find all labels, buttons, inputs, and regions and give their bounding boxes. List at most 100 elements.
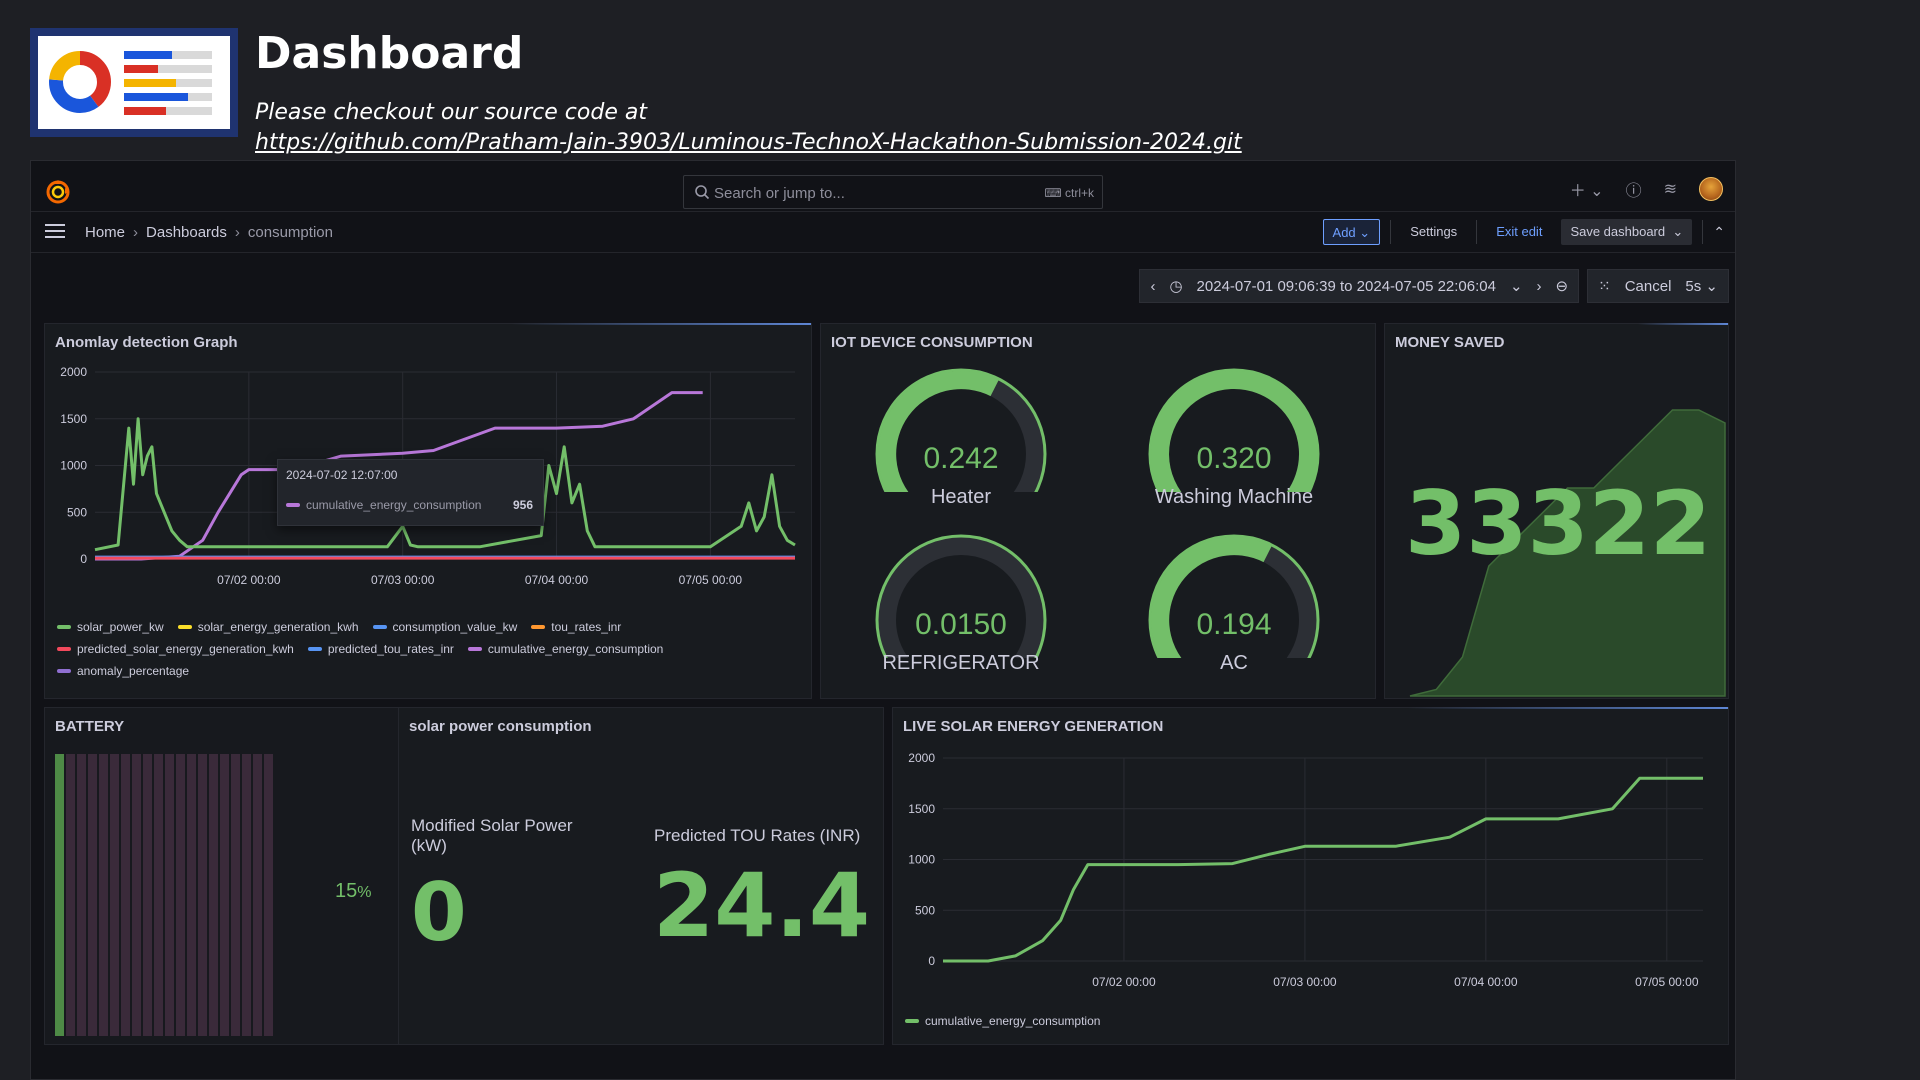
slide-header: Dashboard Please checkout our source cod…	[30, 28, 1890, 155]
legend-swatch	[372, 625, 387, 629]
legend-item[interactable]: cumulative_energy_consumption	[467, 642, 663, 656]
help-icon[interactable]: ⓘ	[1626, 177, 1642, 201]
y-tick-label: 0	[80, 552, 87, 566]
time-forward-icon[interactable]: ›	[1537, 278, 1542, 295]
tooltip-time: 2024-07-02 12:07:00	[286, 468, 398, 482]
rss-icon[interactable]: ≋	[1664, 179, 1677, 199]
battery-cell	[154, 754, 163, 1036]
grafana-logo-icon[interactable]	[45, 179, 71, 205]
settings-button[interactable]: Settings	[1401, 219, 1466, 245]
save-dashboard-label: Save dashboard	[1570, 224, 1666, 239]
legend-label: predicted_tou_rates_inr	[327, 642, 454, 656]
live-solar-legend: cumulative_energy_consumption	[905, 1014, 1645, 1028]
save-dashboard-button[interactable]: Save dashboard ⌄	[1561, 219, 1693, 245]
breadcrumb: Home › Dashboards › consumption	[85, 224, 333, 241]
battery-cell	[253, 754, 262, 1036]
x-tick-label: 07/05 00:00	[1635, 975, 1699, 989]
anomaly-legend: solar_power_kw solar_energy_generation_kw…	[57, 620, 797, 678]
time-range-text[interactable]: 2024-07-01 09:06:39 to 2024-07-05 22:06:…	[1197, 278, 1496, 295]
chart-tooltip: 2024-07-02 12:07:00 cumulative_energy_co…	[277, 459, 544, 526]
nav-actions: Add ⌄ Settings Exit edit Save dashboard …	[1322, 219, 1725, 245]
avatar[interactable]	[1699, 177, 1723, 201]
battery-cell	[66, 754, 75, 1036]
menu-icon[interactable]	[45, 224, 65, 242]
time-back-icon[interactable]: ‹	[1150, 278, 1155, 295]
plus-icon[interactable]: ＋ ⌄	[1570, 177, 1604, 201]
top-bar: Search or jump to... ⌨ ctrl+k ＋ ⌄ ⓘ ≋	[31, 171, 1735, 211]
gauge-value: 0.194	[1196, 608, 1272, 641]
add-button-label: Add	[1332, 225, 1356, 240]
search-shortcut-text: ctrl+k	[1064, 186, 1094, 200]
x-tick-label: 07/04 00:00	[1454, 975, 1518, 989]
battery-gauge	[55, 754, 273, 1036]
money-saved-panel[interactable]: MONEY SAVED 33322	[1384, 323, 1729, 699]
y-tick-label: 500	[915, 903, 935, 917]
slide-title: Dashboard	[255, 28, 524, 79]
legend-label: solar_power_kw	[77, 620, 164, 634]
breadcrumb-home[interactable]: Home	[85, 224, 125, 241]
live-solar-chart[interactable]: 0 500 1000 1500 2000 07/02 00:00 07/03 00:00 07…	[893, 708, 1730, 1046]
grafana-app: Search or jump to... ⌨ ctrl+k ＋ ⌄ ⓘ ≋ Ho…	[30, 160, 1736, 1080]
legend-item[interactable]: anomaly_percentage	[57, 664, 189, 678]
cancel-button[interactable]: Cancel	[1625, 278, 1672, 295]
battery-percent: 15%	[335, 880, 371, 903]
exit-edit-button[interactable]: Exit edit	[1487, 219, 1551, 245]
battery-cell	[165, 754, 174, 1036]
battery-cell	[264, 754, 273, 1036]
zoom-out-icon[interactable]: ⊖	[1556, 277, 1569, 295]
gauge-label: Heater	[930, 486, 992, 508]
legend-swatch	[467, 647, 482, 651]
series-line	[943, 776, 1703, 963]
legend-item[interactable]: tou_rates_inr	[531, 620, 621, 634]
divider	[1476, 220, 1478, 244]
modified-solar-value: 0	[411, 866, 467, 959]
breadcrumb-dashboards[interactable]: Dashboards	[146, 224, 227, 241]
add-button[interactable]: Add ⌄	[1322, 219, 1381, 245]
solar-consumption-panel[interactable]: solar power consumption Modified Solar P…	[398, 707, 884, 1045]
live-solar-panel[interactable]: LIVE SOLAR ENERGY GENERATION 0 500 1000 150…	[892, 707, 1729, 1045]
legend-item[interactable]: predicted_tou_rates_inr	[307, 642, 454, 656]
y-tick-label: 0	[928, 954, 935, 968]
breadcrumb-separator: ›	[133, 224, 139, 241]
panel-title: BATTERY	[55, 718, 125, 735]
battery-cell	[121, 754, 130, 1036]
legend-item[interactable]: solar_power_kw	[57, 620, 164, 634]
gauge-value: 0.242	[923, 442, 999, 475]
gauge-refrigerator: 0.0150 REFRIGERATOR	[861, 528, 1061, 698]
legend-swatch	[905, 1019, 919, 1023]
chevron-down-icon[interactable]: ⌄	[1510, 277, 1523, 295]
gauge-value: 0.320	[1196, 442, 1272, 475]
battery-cell	[132, 754, 141, 1036]
time-range-picker[interactable]: ‹ ◷ 2024-07-01 09:06:39 to 2024-07-05 22…	[1139, 269, 1580, 303]
legend-item[interactable]: solar_energy_generation_kwh	[177, 620, 359, 634]
search-input[interactable]: Search or jump to... ⌨ ctrl+k	[683, 175, 1103, 209]
anomaly-panel[interactable]: Anomlay detection Graph 0 500 1000 1500 2000…	[44, 323, 812, 699]
gauge-heater: 0.242 Heater	[861, 362, 1061, 532]
source-code-link[interactable]: https://github.com/Pratham-Jain-3903/Lum…	[255, 130, 1242, 155]
refresh-picker[interactable]: ⁙ Cancel 5s ⌄	[1587, 269, 1729, 303]
y-tick-label: 2000	[60, 365, 87, 379]
battery-cell	[143, 754, 152, 1036]
battery-panel[interactable]: BATTERY 15%	[44, 707, 421, 1045]
x-tick-label: 07/04 00:00	[525, 573, 589, 587]
battery-cell	[99, 754, 108, 1036]
slide-subtitle: Please checkout our source code at	[255, 100, 647, 125]
divider	[1702, 220, 1704, 244]
y-tick-label: 1000	[60, 459, 87, 473]
iot-device-panel[interactable]: IOT DEVICE CONSUMPTION 0.242 Heater 0.32…	[820, 323, 1376, 699]
legend-item[interactable]: cumulative_energy_consumption	[905, 1014, 1100, 1028]
x-tick-label: 07/03 00:00	[1273, 975, 1337, 989]
battery-percent-unit: %	[357, 884, 372, 901]
legend-item[interactable]: consumption_value_kw	[372, 620, 517, 634]
battery-cell	[110, 754, 119, 1036]
tooltip-value: 956	[512, 498, 533, 512]
refresh-interval[interactable]: 5s ⌄	[1685, 277, 1718, 295]
battery-cell	[176, 754, 185, 1036]
x-tick-label: 07/02 00:00	[1092, 975, 1156, 989]
y-tick-label: 500	[67, 505, 87, 519]
legend-item[interactable]: predicted_solar_energy_generation_kwh	[57, 642, 294, 656]
tooltip-row: cumulative_energy_consumption	[286, 498, 481, 512]
collapse-icon[interactable]: ⌃	[1713, 224, 1725, 241]
battery-cell	[242, 754, 251, 1036]
gauge-label: REFRIGERATOR	[882, 652, 1040, 674]
